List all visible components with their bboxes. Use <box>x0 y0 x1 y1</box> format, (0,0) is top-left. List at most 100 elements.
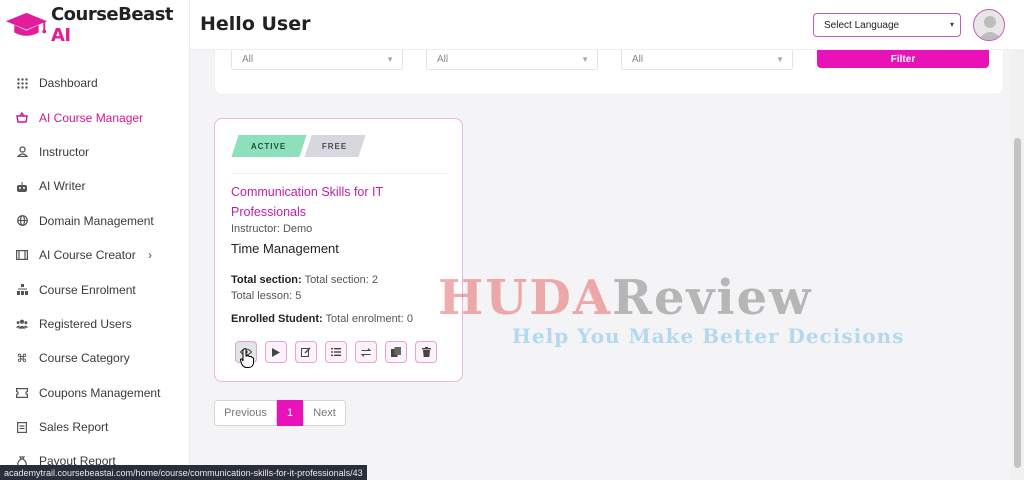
filter-select-2-value: All <box>437 54 449 65</box>
course-category: Time Management <box>231 241 339 256</box>
sidebar-item-coupons-management[interactable]: Coupons Management <box>0 376 190 410</box>
swap-icon <box>361 347 371 357</box>
card-divider <box>231 173 447 174</box>
enrolled-value: Total enrolment: 0 <box>325 313 413 325</box>
delete-course-button[interactable] <box>415 341 437 363</box>
sidebar-item-ai-course-creator[interactable]: AI Course Creator › <box>0 238 190 272</box>
price-badge-label: FREE <box>322 141 348 151</box>
report-icon <box>16 421 28 433</box>
sidebar-item-dashboard[interactable]: Dashboard <box>0 66 190 100</box>
preview-course-button[interactable] <box>265 341 287 363</box>
course-instructor: Instructor: Demo <box>231 223 313 235</box>
filter-select-1-value: All <box>242 54 254 65</box>
edit-icon <box>301 347 311 357</box>
ticket-icon <box>16 387 28 399</box>
play-icon <box>272 347 280 357</box>
enrolled-label: Enrolled Student: <box>231 313 323 325</box>
user-avatar-icon <box>978 16 1002 40</box>
copy-icon <box>391 347 401 357</box>
status-badge: ACTIVE <box>231 135 307 157</box>
course-card: ACTIVE FREE Communication Skills for IT … <box>214 118 463 382</box>
sidebar-item-label: AI Course Manager <box>39 110 144 125</box>
command-icon: ⌘ <box>16 352 28 365</box>
sidebar-item-registered-users[interactable]: Registered Users <box>0 307 190 341</box>
duplicate-course-button[interactable] <box>385 341 407 363</box>
language-select-value: Select Language <box>824 19 900 31</box>
list-icon <box>331 348 341 356</box>
logo-brand: CourseBeast <box>50 4 174 25</box>
hand-cursor-icon <box>240 348 254 368</box>
sidebar-item-label: Domain Management <box>39 213 154 228</box>
graduation-cap-icon <box>5 12 48 36</box>
chevron-right-icon: › <box>148 248 152 263</box>
user-icon <box>16 146 28 158</box>
sidebar-item-label: Course Category <box>39 351 130 366</box>
price-badge: FREE <box>304 135 366 157</box>
filter-select-3-value: All <box>632 54 644 65</box>
filter-button[interactable]: Filter <box>817 50 989 68</box>
basket-icon <box>16 112 28 124</box>
total-section-stat: Total section: Total section: 2 <box>231 274 378 286</box>
users-icon <box>16 318 28 330</box>
sidebar-item-label: AI Writer <box>39 179 86 194</box>
avatar[interactable] <box>973 9 1005 41</box>
total-lesson-stat: Total lesson: 5 <box>231 290 302 302</box>
grid-icon <box>16 77 28 89</box>
sidebar-item-ai-course-manager[interactable]: AI Course Manager <box>0 100 190 134</box>
page-scrollbar[interactable] <box>1011 50 1024 480</box>
robot-icon <box>16 180 28 192</box>
sidebar-item-label: Registered Users <box>39 316 132 331</box>
language-select[interactable]: Select Language ▾ <box>813 13 961 37</box>
filter-select-3[interactable]: All ▼ <box>621 50 793 70</box>
sidebar-item-label: Course Enrolment <box>39 282 136 297</box>
watermark-grey-text: Review <box>612 270 813 326</box>
chevron-down-icon: ▼ <box>386 55 394 64</box>
watermark-logo: HUDAReview <box>438 270 813 326</box>
filter-panel: All ▼ All ▼ All ▼ Filter <box>214 50 1004 95</box>
logo-ai: AI <box>50 25 71 46</box>
sidebar-item-label: Dashboard <box>39 76 98 91</box>
sidebar-item-label: AI Course Creator <box>39 248 136 263</box>
watermark-tagline: Help You Make Better Decisions <box>512 324 905 348</box>
logo-text: CourseBeast AI <box>51 4 189 46</box>
link-status-bar: academytrail.coursebeastai.com/home/cour… <box>0 465 367 480</box>
enrolled-stat: Enrolled Student: Total enrolment: 0 <box>231 313 413 325</box>
next-page-button[interactable]: Next <box>303 400 346 426</box>
trash-icon <box>421 347 431 357</box>
film-icon <box>16 249 28 261</box>
top-header: Hello User Select Language ▾ <box>190 0 1024 50</box>
status-badge-label: ACTIVE <box>251 141 287 151</box>
sidebar: CourseBeast AI Dashboard AI Course Manag… <box>0 0 190 480</box>
scrollbar-thumb[interactable] <box>1014 138 1021 468</box>
sidebar-item-label: Sales Report <box>39 420 109 435</box>
page-greeting: Hello User <box>200 13 311 35</box>
pagination: Previous 1 Next <box>214 400 346 426</box>
previous-page-button[interactable]: Previous <box>214 400 277 426</box>
watermark-red-text: HUDA <box>438 270 613 326</box>
course-actions <box>235 341 437 363</box>
course-title-link[interactable]: Communication Skills for IT Professional… <box>231 182 441 222</box>
sidebar-item-course-category[interactable]: ⌘ Course Category <box>0 341 190 375</box>
logo[interactable]: CourseBeast AI <box>4 4 189 46</box>
transfer-course-button[interactable] <box>355 341 377 363</box>
filter-select-2[interactable]: All ▼ <box>426 50 598 70</box>
hierarchy-icon <box>16 284 28 296</box>
sidebar-item-domain-management[interactable]: Domain Management <box>0 204 190 238</box>
chevron-down-icon: ▼ <box>776 55 784 64</box>
sidebar-nav: Dashboard AI Course Manager Instructor A… <box>0 66 190 479</box>
edit-course-button[interactable] <box>295 341 317 363</box>
globe-icon <box>16 215 28 227</box>
chevron-down-icon: ▾ <box>949 20 954 29</box>
filter-select-1[interactable]: All ▼ <box>231 50 403 70</box>
page-1-button[interactable]: 1 <box>277 400 303 426</box>
sidebar-item-instructor[interactable]: Instructor <box>0 135 190 169</box>
sidebar-item-label: Coupons Management <box>39 385 161 400</box>
sidebar-item-sales-report[interactable]: Sales Report <box>0 410 190 444</box>
chevron-down-icon: ▼ <box>581 55 589 64</box>
sidebar-item-ai-writer[interactable]: AI Writer <box>0 169 190 203</box>
total-section-label: Total section: <box>231 274 302 286</box>
course-sections-button[interactable] <box>325 341 347 363</box>
sidebar-item-course-enrolment[interactable]: Course Enrolment <box>0 272 190 306</box>
total-section-value: Total section: 2 <box>304 274 378 286</box>
sidebar-item-label: Instructor <box>39 144 90 159</box>
